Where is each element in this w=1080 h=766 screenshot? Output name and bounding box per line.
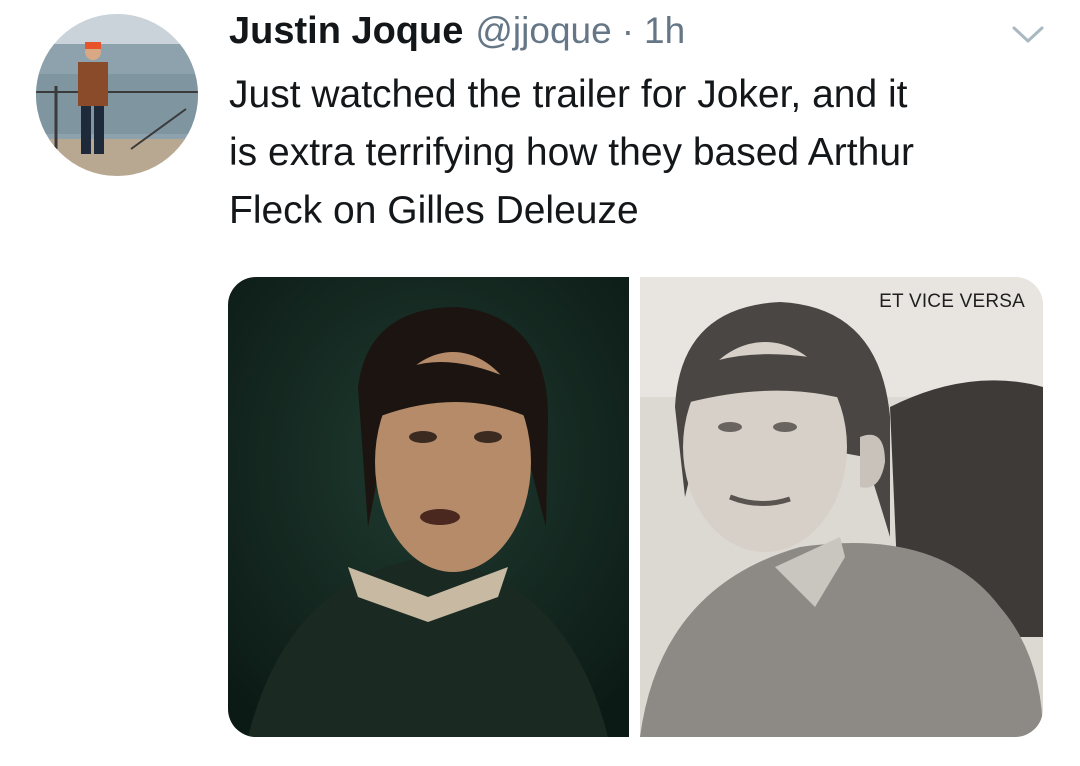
media-image-deleuze[interactable]: ET VICE VERSA [640,277,1043,737]
tweet-text-line: Fleck on Gilles Deleuze [229,189,639,232]
tweet[interactable]: Justin Joque @jjoque · 1h Just watched t… [0,0,1080,766]
avatar[interactable] [36,14,198,176]
display-name[interactable]: Justin Joque [229,10,463,53]
separator-dot: · [621,10,635,51]
tweet-header: Justin Joque @jjoque · 1h [229,10,685,60]
media-grid: ET VICE VERSA [228,277,1043,737]
timestamp[interactable]: 1h [644,10,685,52]
user-handle[interactable]: @jjoque [475,10,611,52]
chevron-down-icon[interactable] [1008,22,1048,48]
image-caption: ET VICE VERSA [879,291,1025,312]
tweet-text: Just watched the trailer for Joker, and … [229,66,1049,240]
tweet-text-line: Just watched the trailer for Joker, and … [229,73,908,116]
tweet-text-line: is extra terrifying how they based Arthu… [229,131,914,174]
media-image-joker[interactable] [228,277,629,737]
